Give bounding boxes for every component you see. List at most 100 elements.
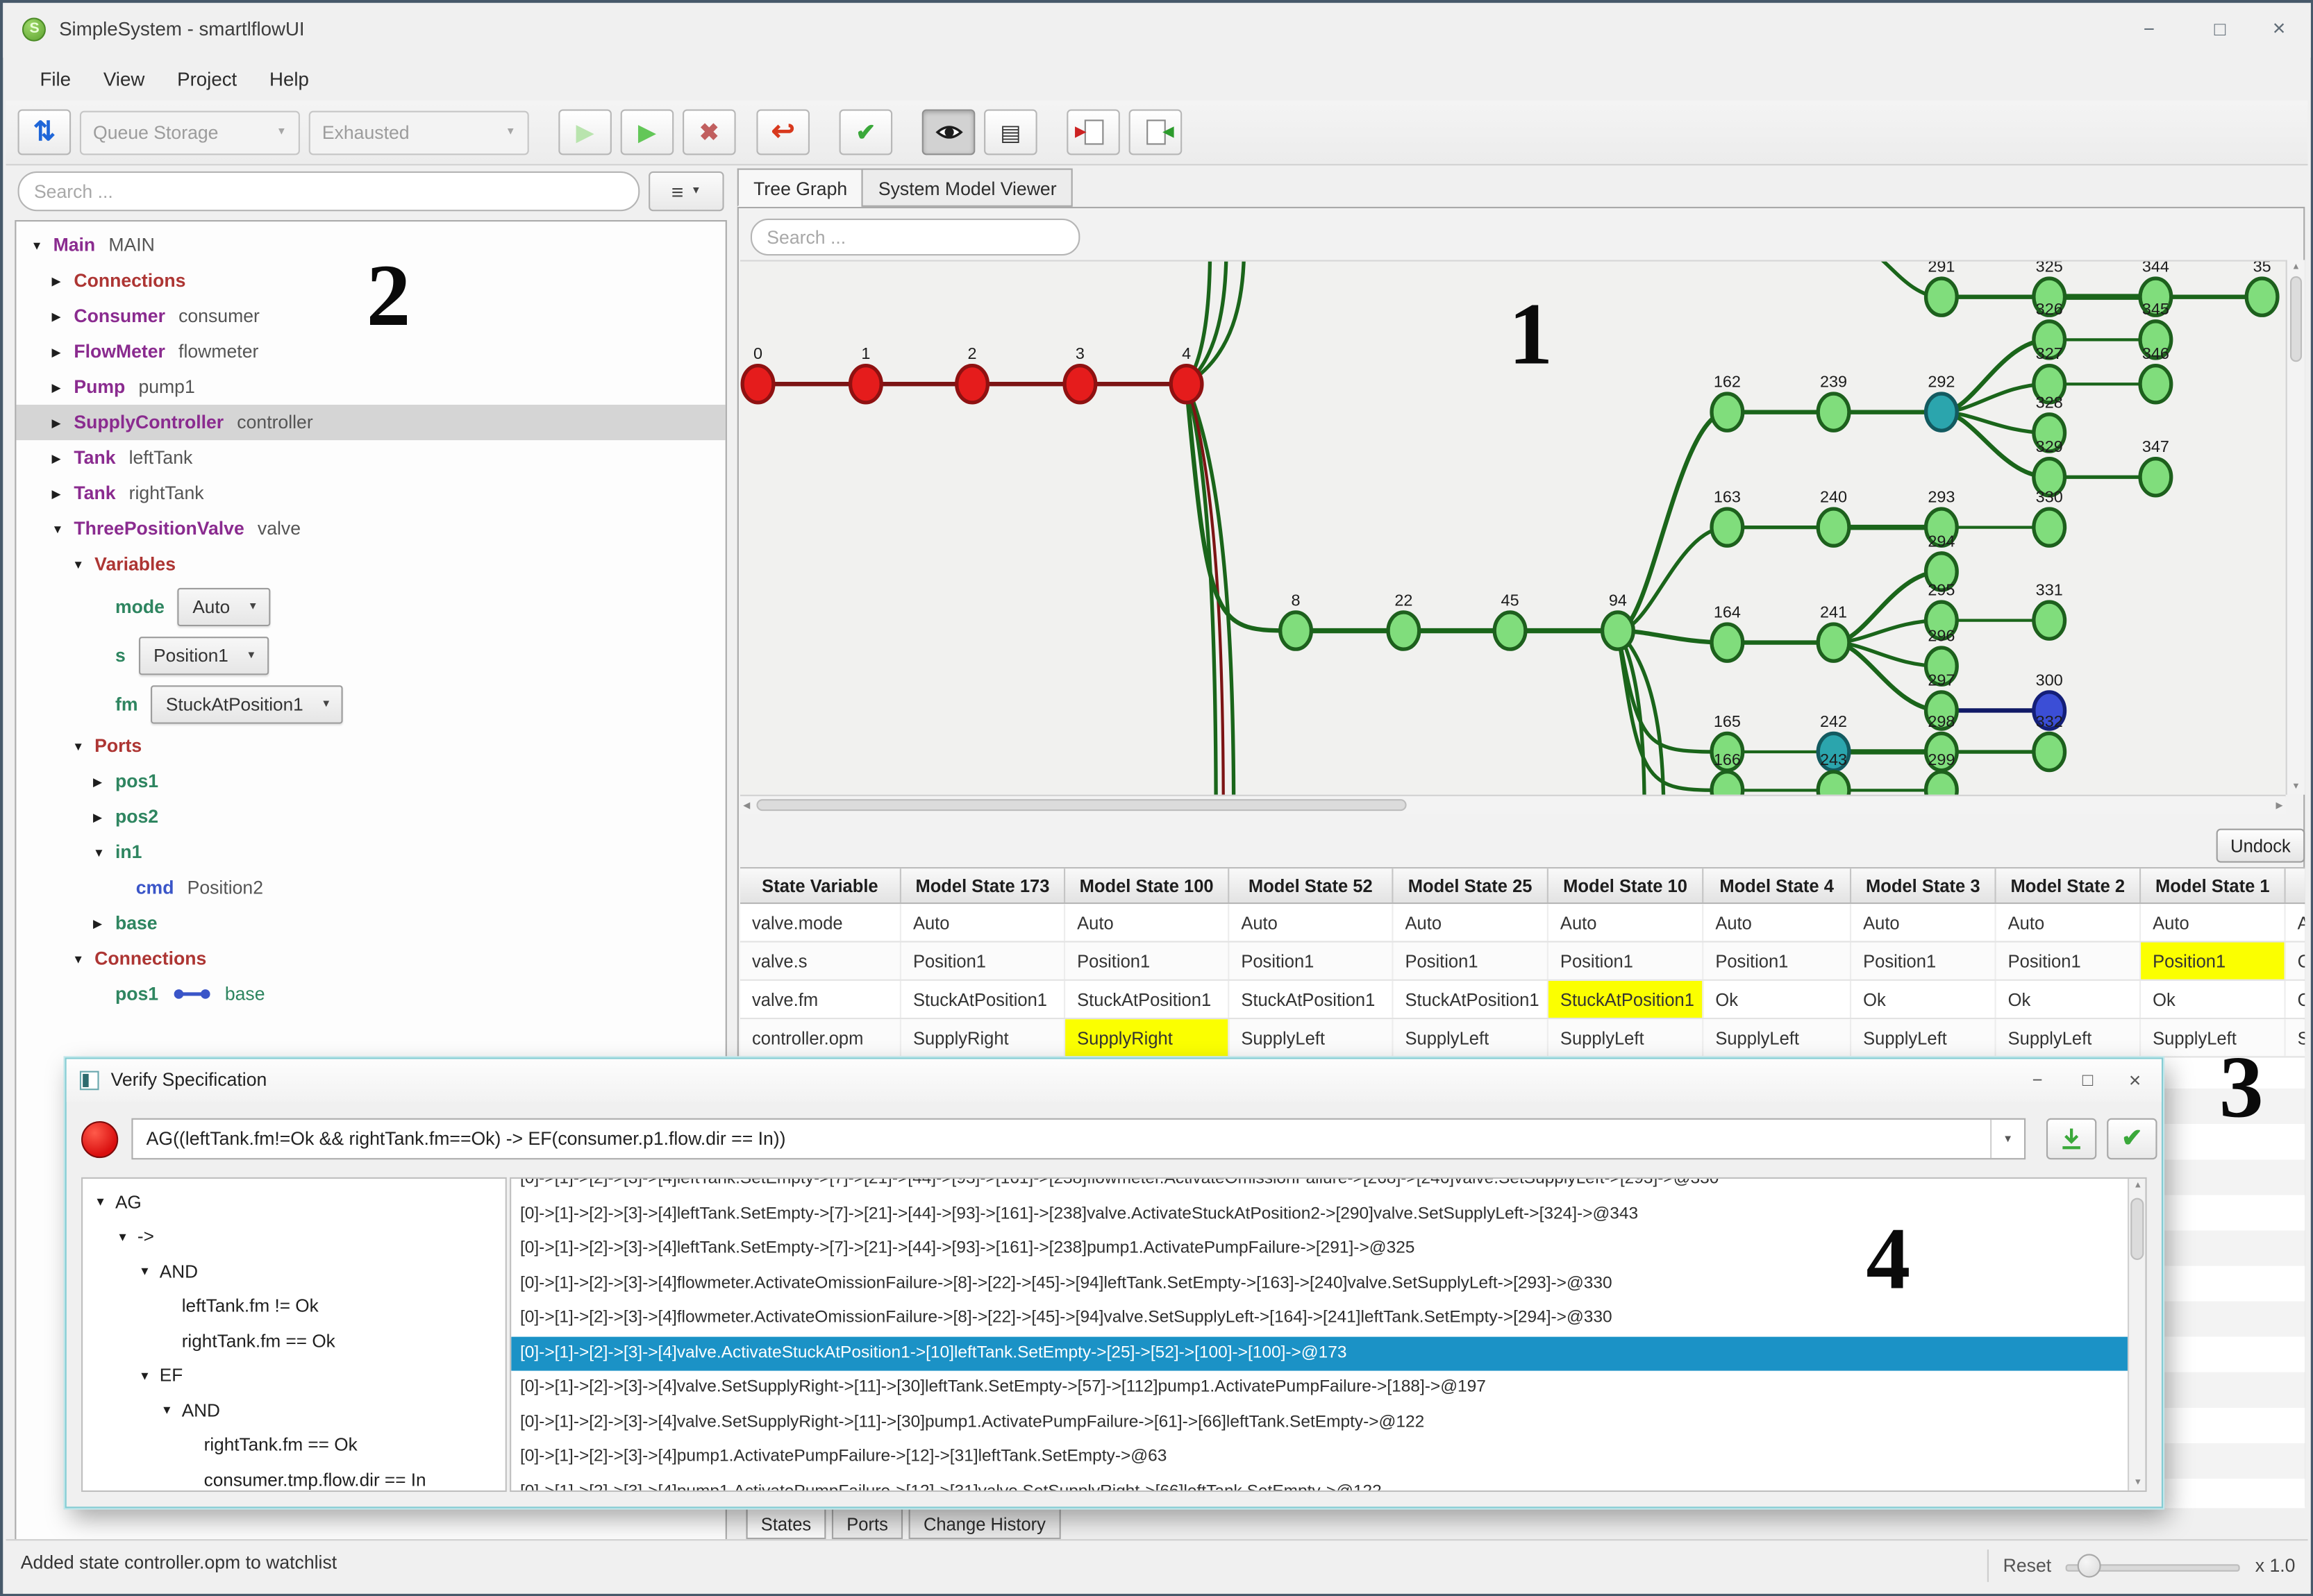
column-header[interactable] bbox=[2286, 868, 2305, 902]
watch-button[interactable] bbox=[922, 109, 976, 155]
dialog-title-bar[interactable]: Verify Specification − □ × bbox=[67, 1059, 2162, 1102]
stop-button[interactable]: ✖ bbox=[683, 109, 736, 155]
trace-row[interactable]: [0]->[1]->[2]->[3]->[4]valve.ActivateStu… bbox=[511, 1336, 2145, 1371]
chevron-right-icon[interactable]: ▶ bbox=[51, 310, 74, 323]
graph-node-45[interactable] bbox=[1494, 612, 1526, 649]
chevron-down-icon[interactable]: ▼ bbox=[139, 1265, 160, 1278]
list-vertical-scrollbar[interactable]: ▲ ▼ bbox=[2128, 1179, 2146, 1490]
chevron-right-icon[interactable]: ▶ bbox=[51, 380, 74, 394]
graph-node-164[interactable] bbox=[1712, 624, 1743, 661]
tree-item-cmd[interactable]: cmdPosition2 bbox=[16, 870, 725, 905]
sync-button[interactable]: ⇅ bbox=[18, 109, 72, 155]
dropdown-s[interactable]: Position1▼ bbox=[139, 636, 268, 674]
graph-node-240[interactable] bbox=[1818, 509, 1849, 546]
strategy-combo[interactable]: Exhausted▼ bbox=[309, 110, 529, 155]
tree-item-variables[interactable]: ▼Variables bbox=[16, 546, 725, 582]
chevron-right-icon[interactable]: ▶ bbox=[51, 416, 74, 429]
column-header[interactable]: Model State 10 bbox=[1548, 868, 1703, 902]
chevron-down-icon[interactable]: ▼ bbox=[94, 1195, 115, 1209]
tree-item-threepositionvalve[interactable]: ▼ThreePositionValvevalve bbox=[16, 511, 725, 546]
report-button[interactable]: ▤ bbox=[984, 109, 1037, 155]
formula-tree-item[interactable]: ▼-> bbox=[83, 1219, 506, 1254]
tree-item-base[interactable]: ▶base bbox=[16, 905, 725, 941]
title-bar[interactable]: SimpleSystem - smartlflowUI − □ × bbox=[3, 3, 2310, 58]
run-button[interactable]: ▶ bbox=[621, 109, 674, 155]
graph-node-292[interactable] bbox=[1926, 394, 1957, 430]
graph-node-162[interactable] bbox=[1712, 394, 1743, 430]
tree-item-s[interactable]: sPosition1▼ bbox=[16, 631, 725, 680]
column-header[interactable]: State Variable bbox=[740, 868, 901, 902]
tree-item-in1[interactable]: ▼in1 bbox=[16, 834, 725, 870]
graph-search-input[interactable] bbox=[751, 219, 1080, 255]
chevron-right-icon[interactable]: ▶ bbox=[51, 274, 74, 287]
column-header[interactable]: Model State 52 bbox=[1229, 868, 1393, 902]
graph-node-1[interactable] bbox=[851, 366, 882, 403]
column-header[interactable]: Model State 3 bbox=[1851, 868, 1996, 902]
dropdown-fm[interactable]: StuckAtPosition1▼ bbox=[151, 684, 344, 723]
save-trace-button[interactable] bbox=[2046, 1118, 2096, 1160]
scroll-down-icon[interactable]: ▼ bbox=[2133, 1479, 2142, 1488]
tab-tree-graph[interactable]: Tree Graph bbox=[737, 169, 864, 207]
graph-node-243[interactable] bbox=[1818, 772, 1849, 796]
chevron-down-icon[interactable]: ▼ bbox=[161, 1404, 182, 1417]
zoom-slider[interactable] bbox=[2066, 1553, 2240, 1577]
column-header[interactable]: Model State 173 bbox=[901, 868, 1065, 902]
scroll-up-icon[interactable]: ▲ bbox=[2291, 263, 2301, 272]
chevron-down-icon[interactable]: ▼ bbox=[1990, 1120, 2024, 1158]
formula-tree-item[interactable]: rightTank.fm == Ok bbox=[83, 1427, 506, 1462]
tree-options-button[interactable]: ≡ ▼ bbox=[649, 171, 724, 211]
graph-node-330[interactable] bbox=[2034, 509, 2065, 546]
model-combo[interactable]: Queue Storage▼ bbox=[80, 110, 300, 155]
chevron-right-icon[interactable]: ▶ bbox=[93, 810, 115, 823]
graph-node-241[interactable] bbox=[1818, 624, 1849, 661]
graph-node-332[interactable] bbox=[2034, 733, 2065, 770]
undo-button[interactable]: ↩ bbox=[756, 109, 810, 155]
tree-item-pos1[interactable]: pos1base bbox=[16, 976, 725, 1011]
tree-item-pos2[interactable]: ▶pos2 bbox=[16, 799, 725, 834]
menu-help[interactable]: Help bbox=[253, 68, 326, 90]
formula-tree-item[interactable]: ▼EF bbox=[83, 1358, 506, 1393]
export-button[interactable]: ▶ bbox=[1067, 109, 1120, 155]
chevron-down-icon[interactable]: ▼ bbox=[31, 239, 53, 252]
chevron-down-icon[interactable]: ▼ bbox=[139, 1369, 160, 1382]
table-row[interactable]: valve.sPosition1Position1Position1Positi… bbox=[740, 943, 2305, 981]
graph-node-347[interactable] bbox=[2140, 459, 2171, 496]
tab-ports[interactable]: Ports bbox=[832, 1506, 903, 1539]
tree-item-pos1[interactable]: ▶pos1 bbox=[16, 764, 725, 799]
chevron-right-icon[interactable]: ▶ bbox=[51, 345, 74, 358]
maximize-button[interactable]: □ bbox=[2201, 12, 2239, 47]
graph-vertical-scrollbar[interactable]: ▲ ▼ bbox=[2286, 260, 2305, 794]
trace-row[interactable]: [0]->[1]->[2]->[3]->[4]valve.SetSupplyRi… bbox=[511, 1406, 2145, 1440]
formula-tree[interactable]: ▼AG▼->▼ANDleftTank.fm != OkrightTank.fm … bbox=[81, 1177, 507, 1492]
search-input[interactable] bbox=[18, 171, 640, 211]
graph-node-0[interactable] bbox=[742, 366, 774, 403]
column-header[interactable]: Model State 100 bbox=[1065, 868, 1229, 902]
graph-node-163[interactable] bbox=[1712, 509, 1743, 546]
minimize-button[interactable]: − bbox=[2130, 12, 2168, 47]
tree-item-ports[interactable]: ▼Ports bbox=[16, 728, 725, 764]
tree-item-connections[interactable]: ▼Connections bbox=[16, 941, 725, 976]
column-header[interactable]: Model State 4 bbox=[1703, 868, 1851, 902]
tab-system-model-viewer[interactable]: System Model Viewer bbox=[862, 169, 1073, 207]
chevron-down-icon[interactable]: ▼ bbox=[93, 846, 115, 859]
specification-combo[interactable]: AG((leftTank.fm!=Ok && rightTank.fm==Ok)… bbox=[131, 1118, 2026, 1160]
graph-node-22[interactable] bbox=[1388, 612, 1419, 649]
graph-node-2[interactable] bbox=[957, 366, 988, 403]
dropdown-mode[interactable]: Auto▼ bbox=[178, 587, 270, 625]
close-button[interactable]: × bbox=[2260, 12, 2298, 47]
column-header[interactable]: Model State 25 bbox=[1393, 868, 1548, 902]
formula-tree-item[interactable]: rightTank.fm == Ok bbox=[83, 1323, 506, 1358]
table-row[interactable]: controller.opmSupplyRightSupplyRightSupp… bbox=[740, 1019, 2305, 1057]
reset-label[interactable]: Reset bbox=[2003, 1554, 2051, 1575]
confirm-button[interactable]: ✔ bbox=[840, 109, 893, 155]
chevron-right-icon[interactable]: ▶ bbox=[93, 775, 115, 788]
graph-node-299[interactable] bbox=[1926, 772, 1957, 796]
graph-node-35[interactable] bbox=[2246, 278, 2278, 315]
undock-button[interactable]: Undock bbox=[2216, 829, 2305, 863]
chevron-right-icon[interactable]: ▶ bbox=[51, 487, 74, 500]
tab-change-history[interactable]: Change History bbox=[909, 1506, 1061, 1539]
table-row[interactable]: valve.modeAutoAutoAutoAutoAutoAutoAutoAu… bbox=[740, 904, 2305, 942]
trace-row[interactable]: [0]->[1]->[2]->[3]->[4]leftTank.SetEmpty… bbox=[511, 1177, 2145, 1198]
slider-knob[interactable] bbox=[2078, 1553, 2101, 1577]
menu-file[interactable]: File bbox=[24, 68, 87, 90]
